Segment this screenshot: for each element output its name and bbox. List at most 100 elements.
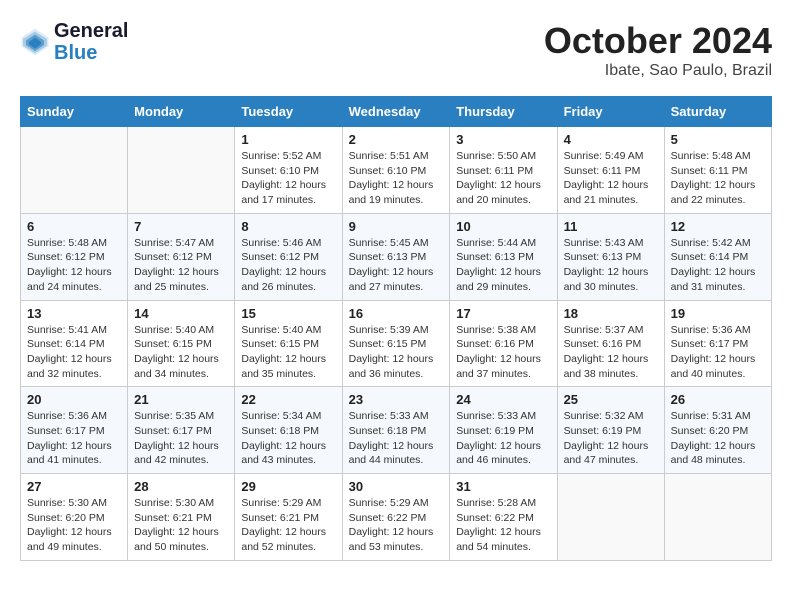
day-info: Sunrise: 5:36 AM Sunset: 6:17 PM Dayligh… bbox=[27, 409, 121, 468]
day-info: Sunrise: 5:30 AM Sunset: 6:21 PM Dayligh… bbox=[134, 496, 228, 555]
day-info: Sunrise: 5:48 AM Sunset: 6:12 PM Dayligh… bbox=[27, 236, 121, 295]
day-info: Sunrise: 5:38 AM Sunset: 6:16 PM Dayligh… bbox=[456, 323, 550, 382]
day-number: 18 bbox=[564, 306, 658, 321]
calendar-cell: 14Sunrise: 5:40 AM Sunset: 6:15 PM Dayli… bbox=[128, 300, 235, 387]
calendar-cell: 31 Sunrise: 5:28 AM Sunset: 6:22 PM Dayli… bbox=[450, 474, 557, 561]
day-number: 27 bbox=[27, 479, 121, 494]
calendar-cell: 12 Sunrise: 5:42 AM Sunset: 6:14 PM Dayli… bbox=[664, 213, 771, 300]
calendar-cell: 30Sunrise: 5:29 AM Sunset: 6:22 PM Dayli… bbox=[342, 474, 450, 561]
calendar-cell: 28 Sunrise: 5:30 AM Sunset: 6:21 PM Dayli… bbox=[128, 474, 235, 561]
day-header-wednesday: Wednesday bbox=[342, 97, 450, 127]
day-number: 20 bbox=[27, 392, 121, 407]
day-info: Sunrise: 5:40 AM Sunset: 6:15 PM Dayligh… bbox=[241, 323, 335, 382]
calendar-cell: 15Sunrise: 5:40 AM Sunset: 6:15 PM Dayli… bbox=[235, 300, 342, 387]
calendar-cell: 13 Sunrise: 5:41 AM Sunset: 6:14 PM Dayli… bbox=[21, 300, 128, 387]
day-info: Sunrise: 5:32 AM Sunset: 6:19 PM Dayligh… bbox=[564, 409, 658, 468]
day-info: Sunrise: 5:43 AM Sunset: 6:13 PM Dayligh… bbox=[564, 236, 658, 295]
day-number: 14 bbox=[134, 306, 228, 321]
day-number: 22 bbox=[241, 392, 335, 407]
day-info: Sunrise: 5:44 AM Sunset: 6:13 PM Dayligh… bbox=[456, 236, 550, 295]
day-number: 1 bbox=[241, 132, 335, 147]
day-info: Sunrise: 5:51 AM Sunset: 6:10 PM Dayligh… bbox=[349, 149, 444, 208]
day-number: 26 bbox=[671, 392, 765, 407]
day-info: Sunrise: 5:46 AM Sunset: 6:12 PM Dayligh… bbox=[241, 236, 335, 295]
calendar-cell: 18 Sunrise: 5:37 AM Sunset: 6:16 PM Dayli… bbox=[557, 300, 664, 387]
day-number: 31 bbox=[456, 479, 550, 494]
day-info: Sunrise: 5:37 AM Sunset: 6:16 PM Dayligh… bbox=[564, 323, 658, 382]
day-number: 7 bbox=[134, 219, 228, 234]
day-number: 21 bbox=[134, 392, 228, 407]
day-info: Sunrise: 5:33 AM Sunset: 6:19 PM Dayligh… bbox=[456, 409, 550, 468]
day-header-monday: Monday bbox=[128, 97, 235, 127]
day-info: Sunrise: 5:42 AM Sunset: 6:14 PM Dayligh… bbox=[671, 236, 765, 295]
day-info: Sunrise: 5:31 AM Sunset: 6:20 PM Dayligh… bbox=[671, 409, 765, 468]
day-number: 4 bbox=[564, 132, 658, 147]
calendar-header-row: SundayMondayTuesdayWednesdayThursdayFrid… bbox=[21, 97, 772, 127]
calendar-cell: 5 Sunrise: 5:48 AM Sunset: 6:11 PM Daylig… bbox=[664, 127, 771, 214]
calendar-cell bbox=[128, 127, 235, 214]
day-number: 3 bbox=[456, 132, 550, 147]
calendar-cell: 16 Sunrise: 5:39 AM Sunset: 6:15 PM Dayli… bbox=[342, 300, 450, 387]
calendar-cell: 9Sunrise: 5:45 AM Sunset: 6:13 PM Daylig… bbox=[342, 213, 450, 300]
day-info: Sunrise: 5:36 AM Sunset: 6:17 PM Dayligh… bbox=[671, 323, 765, 382]
calendar-cell: 8 Sunrise: 5:46 AM Sunset: 6:12 PM Daylig… bbox=[235, 213, 342, 300]
day-number: 12 bbox=[671, 219, 765, 234]
calendar-cell: 26 Sunrise: 5:31 AM Sunset: 6:20 PM Dayli… bbox=[664, 387, 771, 474]
day-number: 16 bbox=[349, 306, 444, 321]
calendar-cell: 3Sunrise: 5:50 AM Sunset: 6:11 PM Daylig… bbox=[450, 127, 557, 214]
day-number: 11 bbox=[564, 219, 658, 234]
calendar-cell: 23 Sunrise: 5:33 AM Sunset: 6:18 PM Dayli… bbox=[342, 387, 450, 474]
calendar-cell: 7 Sunrise: 5:47 AM Sunset: 6:12 PM Daylig… bbox=[128, 213, 235, 300]
day-number: 28 bbox=[134, 479, 228, 494]
location-subtitle: Ibate, Sao Paulo, Brazil bbox=[544, 62, 772, 80]
calendar-cell: 24 Sunrise: 5:33 AM Sunset: 6:19 PM Dayli… bbox=[450, 387, 557, 474]
logo-text: General Blue bbox=[54, 20, 128, 64]
calendar-week-2: 6 Sunrise: 5:48 AM Sunset: 6:12 PM Daylig… bbox=[21, 213, 772, 300]
day-info: Sunrise: 5:41 AM Sunset: 6:14 PM Dayligh… bbox=[27, 323, 121, 382]
day-number: 2 bbox=[349, 132, 444, 147]
day-info: Sunrise: 5:29 AM Sunset: 6:22 PM Dayligh… bbox=[349, 496, 444, 555]
calendar-cell: 29 Sunrise: 5:29 AM Sunset: 6:21 PM Dayli… bbox=[235, 474, 342, 561]
day-header-tuesday: Tuesday bbox=[235, 97, 342, 127]
calendar-cell: 27Sunrise: 5:30 AM Sunset: 6:20 PM Dayli… bbox=[21, 474, 128, 561]
day-header-saturday: Saturday bbox=[664, 97, 771, 127]
day-info: Sunrise: 5:33 AM Sunset: 6:18 PM Dayligh… bbox=[349, 409, 444, 468]
calendar-cell: 25 Sunrise: 5:32 AM Sunset: 6:19 PM Dayli… bbox=[557, 387, 664, 474]
day-info: Sunrise: 5:35 AM Sunset: 6:17 PM Dayligh… bbox=[134, 409, 228, 468]
calendar-cell bbox=[557, 474, 664, 561]
day-number: 13 bbox=[27, 306, 121, 321]
month-title: October 2024 bbox=[544, 20, 772, 62]
day-header-sunday: Sunday bbox=[21, 97, 128, 127]
calendar-cell: 2 Sunrise: 5:51 AM Sunset: 6:10 PM Daylig… bbox=[342, 127, 450, 214]
calendar-week-1: 1Sunrise: 5:52 AM Sunset: 6:10 PM Daylig… bbox=[21, 127, 772, 214]
day-info: Sunrise: 5:48 AM Sunset: 6:11 PM Dayligh… bbox=[671, 149, 765, 208]
title-block: October 2024 Ibate, Sao Paulo, Brazil bbox=[544, 20, 772, 80]
day-number: 25 bbox=[564, 392, 658, 407]
calendar-week-3: 13 Sunrise: 5:41 AM Sunset: 6:14 PM Dayli… bbox=[21, 300, 772, 387]
day-number: 8 bbox=[241, 219, 335, 234]
calendar-cell: 19 Sunrise: 5:36 AM Sunset: 6:17 PM Dayli… bbox=[664, 300, 771, 387]
day-info: Sunrise: 5:49 AM Sunset: 6:11 PM Dayligh… bbox=[564, 149, 658, 208]
day-number: 19 bbox=[671, 306, 765, 321]
day-info: Sunrise: 5:29 AM Sunset: 6:21 PM Dayligh… bbox=[241, 496, 335, 555]
day-number: 23 bbox=[349, 392, 444, 407]
day-info: Sunrise: 5:28 AM Sunset: 6:22 PM Dayligh… bbox=[456, 496, 550, 555]
calendar-cell: 20 Sunrise: 5:36 AM Sunset: 6:17 PM Dayli… bbox=[21, 387, 128, 474]
calendar-cell: 21 Sunrise: 5:35 AM Sunset: 6:17 PM Dayli… bbox=[128, 387, 235, 474]
day-number: 10 bbox=[456, 219, 550, 234]
calendar-week-5: 27Sunrise: 5:30 AM Sunset: 6:20 PM Dayli… bbox=[21, 474, 772, 561]
calendar-cell: 6 Sunrise: 5:48 AM Sunset: 6:12 PM Daylig… bbox=[21, 213, 128, 300]
calendar-table: SundayMondayTuesdayWednesdayThursdayFrid… bbox=[20, 96, 772, 561]
day-header-thursday: Thursday bbox=[450, 97, 557, 127]
day-header-friday: Friday bbox=[557, 97, 664, 127]
day-info: Sunrise: 5:47 AM Sunset: 6:12 PM Dayligh… bbox=[134, 236, 228, 295]
day-number: 6 bbox=[27, 219, 121, 234]
day-number: 29 bbox=[241, 479, 335, 494]
day-number: 24 bbox=[456, 392, 550, 407]
calendar-cell: 4 Sunrise: 5:49 AM Sunset: 6:11 PM Daylig… bbox=[557, 127, 664, 214]
day-number: 5 bbox=[671, 132, 765, 147]
logo-icon bbox=[20, 27, 50, 57]
calendar-cell: 11 Sunrise: 5:43 AM Sunset: 6:13 PM Dayli… bbox=[557, 213, 664, 300]
calendar-week-4: 20 Sunrise: 5:36 AM Sunset: 6:17 PM Dayli… bbox=[21, 387, 772, 474]
day-info: Sunrise: 5:39 AM Sunset: 6:15 PM Dayligh… bbox=[349, 323, 444, 382]
